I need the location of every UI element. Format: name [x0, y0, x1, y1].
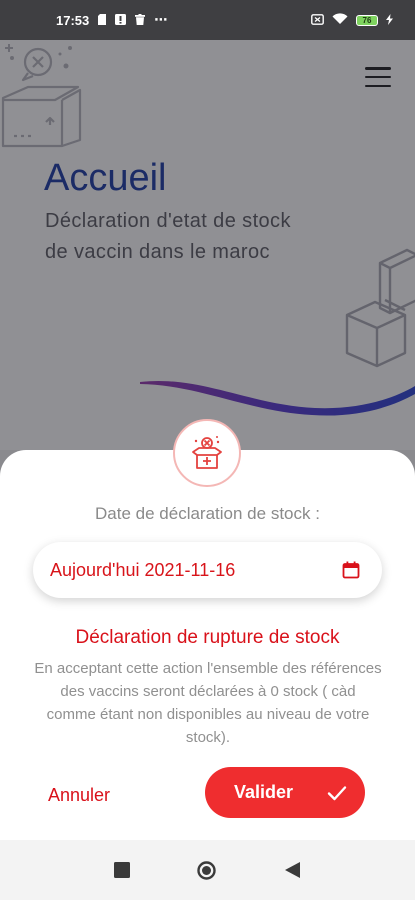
validate-button[interactable]: Valider — [205, 767, 365, 818]
date-value: Aujourd'hui 2021-11-16 — [50, 559, 236, 580]
menu-line — [365, 67, 391, 70]
hamburger-menu-icon[interactable] — [365, 67, 391, 87]
date-label: Date de déclaration de stock : — [95, 504, 320, 523]
recents-square-icon[interactable] — [112, 860, 132, 885]
more-dots-icon: ⋯ — [154, 12, 168, 27]
calendar-icon[interactable] — [342, 561, 360, 579]
page-title: Accueil — [44, 157, 167, 199]
notification-icon — [115, 13, 127, 28]
status-right: 76 — [311, 12, 393, 28]
vaccine-box-icon — [173, 419, 241, 487]
boxes-illustration-right — [345, 245, 415, 375]
screen-record-icon — [311, 13, 324, 28]
checkmark-icon — [327, 785, 347, 801]
status-left: 17:53 ⋯ — [56, 12, 167, 28]
status-time: 17:53 — [56, 12, 90, 28]
warning-title: Déclaration de rupture de stock — [75, 627, 340, 648]
menu-line — [365, 84, 391, 87]
back-triangle-icon[interactable] — [282, 860, 302, 885]
battery-level: 76 — [362, 15, 372, 25]
wifi-icon — [332, 12, 348, 28]
date-picker-field[interactable]: Aujourd'hui 2021-11-16 — [33, 542, 382, 598]
sim-card-icon — [98, 13, 107, 28]
warning-body: En acceptant cette action l'ensemble des… — [34, 660, 382, 746]
battery-icon: 76 — [356, 14, 378, 26]
validate-label: Valider — [234, 782, 294, 802]
trash-icon — [135, 13, 146, 28]
box-illustration-top — [0, 40, 85, 155]
page-subtitle: Déclaration d'etat de stock de vaccin da… — [45, 210, 291, 263]
cancel-button[interactable]: Annuler — [48, 778, 138, 812]
navigation-bar — [0, 840, 415, 900]
status-bar: 17:53 ⋯ 76 — [0, 0, 415, 40]
home-circle-icon[interactable] — [196, 860, 217, 886]
menu-line — [365, 75, 391, 79]
decorative-wave — [140, 360, 415, 425]
charging-bolt-icon — [386, 13, 393, 28]
